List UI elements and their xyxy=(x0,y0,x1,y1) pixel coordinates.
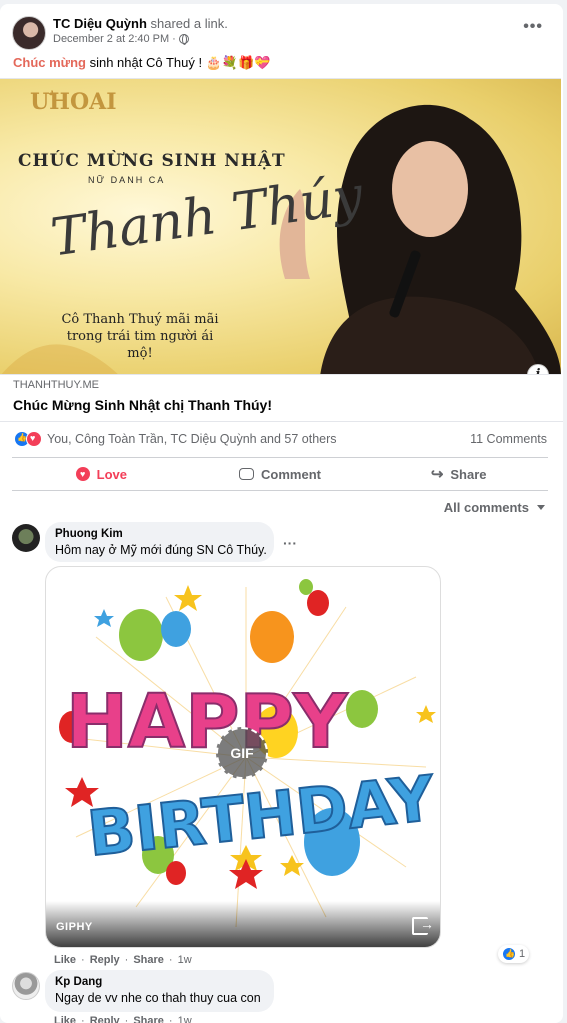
balloon-red-small xyxy=(307,590,329,616)
comment-like-count: 1 xyxy=(519,948,526,960)
action-bar: ♥ Love Comment ↪ Share xyxy=(12,457,548,491)
post-meta: December 2 at 2:40 PM · xyxy=(53,33,189,45)
comment-bubble: Phuong Kim Hôm nay ở Mỹ mới đúng SN Cô T… xyxy=(45,522,274,562)
comment-like-link[interactable]: Like xyxy=(54,954,76,966)
author-line: TC Diệu Quỳnh shared a link. xyxy=(53,16,228,31)
love-button[interactable]: ♥ Love xyxy=(12,458,191,490)
comment-reply-link[interactable]: Reply xyxy=(90,954,120,966)
love-label: Love xyxy=(96,466,127,482)
gif-text-birthday: BIRTHDAY xyxy=(84,761,439,870)
meta-separator: · xyxy=(172,33,176,45)
globe-icon xyxy=(178,34,189,45)
comment-label: Comment xyxy=(261,466,321,482)
separator: · xyxy=(168,954,173,966)
author-action: shared a link. xyxy=(150,16,228,31)
divider xyxy=(0,421,563,422)
balloon-green-right xyxy=(346,690,378,728)
comment-icon xyxy=(239,468,255,480)
comment-share-link[interactable]: Share xyxy=(133,954,164,966)
link-preview-image[interactable]: ƯHOAI CHÚC MỪNG SINH NHẬT NỮ DANH CA Tha… xyxy=(0,78,561,375)
link-title[interactable]: Chúc Mừng Sinh Nhật chị Thanh Thúy! xyxy=(13,397,272,413)
comment-actions: Like · Reply · Share · 1w xyxy=(54,1015,192,1023)
link-domain[interactable]: THANHTHUY.ME xyxy=(13,379,99,391)
comment-reply-link[interactable]: Reply xyxy=(90,1015,120,1023)
gif-footer xyxy=(46,901,440,947)
caret-down-icon xyxy=(537,505,545,510)
post-text-highlight[interactable]: Chúc mừng xyxy=(13,55,86,70)
comment-bubble: Kp Dang Ngay de vv nhe co thah thuy cua … xyxy=(45,970,274,1012)
comment-actions: Like · Reply · Share · 1w xyxy=(54,954,192,966)
image-title: CHÚC MỪNG SINH NHẬT xyxy=(18,151,286,171)
comment-share-link[interactable]: Share xyxy=(133,1015,164,1023)
reaction-names[interactable]: You, Công Toàn Trần, TC Diệu Quỳnh and 5… xyxy=(47,432,337,446)
balloon-green-small xyxy=(299,579,313,595)
gif-badge[interactable]: GIF xyxy=(216,727,268,779)
reaction-summary[interactable]: You, Công Toàn Trần, TC Diệu Quỳnh and 5… xyxy=(14,431,337,447)
image-quote-line1: Cô Thanh Thuý mãi mãi xyxy=(61,312,219,327)
image-quote: Cô Thanh Thuý mãi mãi trong trái tim ngư… xyxy=(55,311,225,362)
image-quote-line2: trong trái tim người ái mộ! xyxy=(66,329,214,361)
comment-time[interactable]: 1w xyxy=(178,954,192,966)
singer-face xyxy=(392,141,468,237)
share-button[interactable]: ↪ Share xyxy=(369,458,548,490)
share-label: Share xyxy=(450,466,487,482)
balloon-red-bottom xyxy=(166,861,186,885)
comments-count[interactable]: 11 Comments xyxy=(470,432,547,446)
image-logo: ƯHOAI xyxy=(30,89,117,115)
comment-button[interactable]: Comment xyxy=(191,458,370,490)
like-reaction-icon xyxy=(502,947,516,961)
commenter-name[interactable]: Phuong Kim xyxy=(55,528,264,540)
separator: · xyxy=(81,1015,85,1023)
comment-filter-dropdown[interactable]: All comments xyxy=(444,500,545,515)
love-reaction-icon xyxy=(26,431,42,447)
author-avatar[interactable] xyxy=(12,16,46,50)
giphy-label[interactable]: GIPHY xyxy=(56,921,93,933)
post-timestamp[interactable]: December 2 at 2:40 PM xyxy=(53,33,169,45)
separator: · xyxy=(168,1015,173,1023)
author-name[interactable]: TC Diệu Quỳnh xyxy=(53,16,147,31)
heart-icon: ♥ xyxy=(75,467,90,481)
gif-text-happy: HAPPY xyxy=(66,679,349,765)
separator: · xyxy=(124,1015,129,1023)
comment-reaction-count[interactable]: 1 xyxy=(498,945,530,963)
balloon-green xyxy=(119,609,163,661)
commenter-name[interactable]: Kp Dang xyxy=(55,976,264,988)
balloon-blue xyxy=(161,611,191,647)
comment-more-icon[interactable]: ··· xyxy=(283,535,297,551)
gif-attachment[interactable]: HAPPY BIRTHDAY GIF GIPHY xyxy=(45,566,441,948)
image-subtitle: NỮ DANH CA xyxy=(88,175,166,185)
comment-filter-label: All comments xyxy=(443,500,529,515)
post-text: Chúc mừng sinh nhật Cô Thuý ! 🎂💐🎁💝 xyxy=(13,55,270,71)
comment-text: Ngay de vv nhe co thah thuy cua con xyxy=(55,991,261,1005)
comment-text: Hôm nay ở Mỹ mới đúng SN Cô Thúy. xyxy=(55,543,267,557)
comment-like-link[interactable]: Like xyxy=(54,1015,76,1023)
comment-time[interactable]: 1w xyxy=(178,1015,192,1023)
more-options-icon[interactable]: ••• xyxy=(523,18,543,36)
post-card: TC Diệu Quỳnh shared a link. December 2 … xyxy=(0,4,563,1023)
commenter-avatar[interactable] xyxy=(12,972,40,1000)
commenter-avatar[interactable] xyxy=(12,524,40,552)
share-icon: ↪ xyxy=(430,466,444,483)
blue-star xyxy=(94,609,114,627)
post-text-rest: sinh nhật Cô Thuý ! 🎂💐🎁💝 xyxy=(89,55,271,70)
balloon-orange xyxy=(250,611,294,663)
open-external-icon[interactable] xyxy=(412,916,434,935)
separator: · xyxy=(124,954,129,966)
separator: · xyxy=(81,954,85,966)
